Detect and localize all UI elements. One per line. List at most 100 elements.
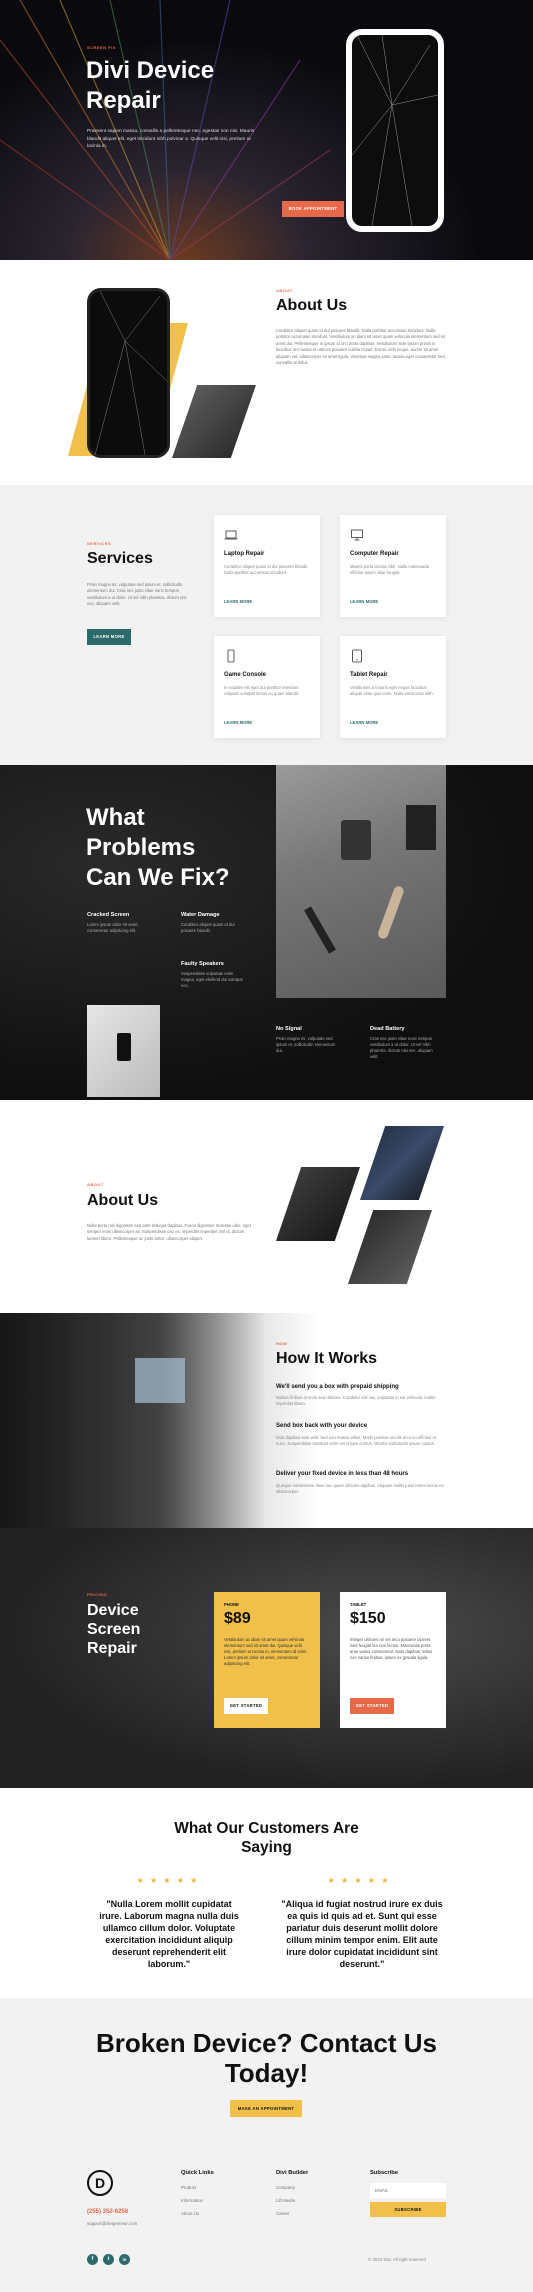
footer-link[interactable]: Product [181,2185,196,2190]
about2-eyebrow: About [87,1182,104,1187]
cta-title: Broken Device? Contact Us Today! [0,2028,533,2088]
testimonials-section: What Our Customers Are Saying ★ ★ ★ ★ ★ … [0,1788,533,1998]
services-text: Proin magna mi, vulputate sed ipsum et, … [87,582,187,607]
footer-link[interactable]: Lift Media [276,2198,295,2203]
monitor-icon [351,529,363,541]
footer-link[interactable]: About Us [181,2211,199,2216]
service-card-link[interactable]: Learn More [224,599,252,604]
services-section: Services Services Proin magna mi, vulput… [0,485,533,765]
service-card-link[interactable]: Learn More [350,599,378,604]
footer-link[interactable]: Career [276,2211,289,2216]
problem-item-text: Cras nec justo vitae nunc tempus vestibu… [370,1036,433,1059]
service-card-link[interactable]: Learn More [224,720,252,725]
service-card-text: Curabitur aliquet quam id dui posuere bl… [224,564,309,575]
testimonial-quote: "Aliqua id fugiat nostrud irure ex duis … [281,1899,443,1969]
testimonials-title-line1: What Our Customers Are [174,1820,359,1837]
how-step-title: Send box back with your device [276,1423,368,1429]
problems-title: What Problems Can We Fix? [86,803,230,893]
pricing-eyebrow: Pricing [87,1592,108,1597]
how-it-works-section: How How It Works We'll send you a box wi… [0,1313,533,1528]
services-learn-more-button[interactable]: Learn More [87,629,131,645]
about-phone-image [87,288,170,458]
service-card-text: Mauris porta lacinia nibh. Nulla malesua… [350,564,429,575]
about-device-photo [172,385,256,458]
subscribe-email-input[interactable] [370,2183,446,2198]
pricing-card-tablet: Tablet $150 Integer ultricies mi vel arc… [340,1592,446,1728]
how-background-photo [0,1313,266,1528]
problems-title-line3: Can We Fix? [86,864,230,891]
hero-phone-image [346,29,444,232]
service-card-title: Game Console [224,672,267,678]
tablet-icon [352,649,362,663]
social-facebook-icon[interactable]: f [87,2254,98,2265]
plan-price: $89 [224,1610,251,1627]
about2-text: Nulla porta nisi dignissim sed ante tris… [87,1223,251,1241]
problem-item-title: Faulty Speakers [181,961,224,967]
about2-title: About Us [87,1192,159,1209]
service-card-laptop: Laptop Repair Curabitur aliquet quam id … [214,515,320,617]
services-title: Services [87,550,153,567]
footer-subscribe-title: Subscribe [370,2170,399,2176]
problem-item-title: No Signal [276,1026,302,1032]
book-appointment-button[interactable]: Book Appointment [282,201,344,217]
footer-email[interactable]: support@divipreneur.com [87,2221,137,2226]
testimonial-stars: ★ ★ ★ ★ ★ [136,1876,200,1885]
cta-title-line2: Today! [224,2058,309,2088]
hero-background-rays [0,0,331,260]
footer-phone[interactable]: (255) 352-6258 [87,2209,128,2215]
service-card-text: In sodales elit eget dui porttitor inter… [224,685,300,696]
testimonial-stars: ★ ★ ★ ★ ★ [327,1876,391,1885]
testimonials-title: What Our Customers Are Saying [0,1819,533,1857]
how-eyebrow: How [276,1341,288,1346]
footer-link[interactable]: Company [276,2185,295,2190]
how-step-title: Deliver your fixed device in less than 4… [276,1471,409,1477]
footer-divi-builder-title: Divi Builder [276,2170,309,2176]
service-card-tablet: Tablet Repair Vestibulum a mauris eget n… [340,636,446,738]
plan-label: Tablet [350,1602,367,1607]
pricing-title-line3: Repair [87,1640,137,1657]
problems-section: What Problems Can We Fix? Cracked Screen… [0,765,533,1100]
problem-item-text: Curabitur aliquet quam id dui posuere bl… [181,922,235,933]
service-card-title: Tablet Repair [350,672,388,678]
footer: D (255) 352-6258 support@divipreneur.com… [0,2128,533,2292]
problem-item-title: Dead Battery [370,1026,405,1032]
problem-item-title: Cracked Screen [87,912,130,918]
service-card-computer: Computer Repair Mauris porta lacinia nib… [340,515,446,617]
problem-item-title: Water Damage [181,912,220,918]
social-linkedin-icon[interactable]: in [119,2254,130,2265]
laptop-icon [224,530,238,540]
testimonial-quote: "Nulla Lorem mollit cupidatat irure. Lab… [99,1899,239,1969]
social-twitter-icon[interactable]: t [103,2254,114,2265]
footer-logo[interactable]: D [87,2170,113,2196]
hero-title: Divi Device Repair [86,56,214,116]
pricing-title-line2: Screen [87,1621,141,1638]
service-card-link[interactable]: Learn More [350,720,378,725]
tools-illustration [304,805,436,954]
about-title: About Us [276,297,348,314]
footer-link[interactable]: Information [181,2198,203,2203]
plan-price: $150 [350,1610,386,1627]
hero-text: Praesent sapien massa, convallis a pelle… [87,129,255,149]
how-title: How It Works [276,1350,378,1367]
phone-icon [227,649,235,663]
plan-text: Integer ultricies mi vel arcu posuere la… [350,1637,433,1660]
plan-get-started-button[interactable]: Get Started [350,1698,394,1714]
make-appointment-button[interactable]: Make an Appointment [230,2100,302,2117]
subscribe-button[interactable]: Subscribe [370,2202,446,2217]
testimonials-title-line2: Saying [241,1839,292,1856]
problems-tools-photo [276,765,446,998]
footer-copyright: © 2022 Divi. All right reserved [368,2257,426,2262]
cracked-screen-lines [351,34,439,227]
hero-section: Screen Fix Divi Device Repair Praesent s… [0,0,533,260]
plan-get-started-button[interactable]: Get Started [224,1698,268,1714]
problem-item-text: Suspendisse vulputate enim magna, eget e… [181,971,243,988]
service-card-text: Vestibulum a mauris eget neque faucibus … [350,685,434,696]
plan-label: Phone [224,1602,239,1607]
pricing-title: Device Screen Repair [87,1601,140,1658]
about2-photo-1 [276,1167,360,1241]
problem-item-text: Proin magna mi, vulputate sed ipsum et, … [276,1036,336,1053]
plan-text: Vestibulum ac diam sit amet quam vehicul… [224,1637,308,1666]
about-text: Curabitur aliquet quam id dui posuere bl… [276,328,446,366]
pricing-title-line1: Device [87,1602,139,1619]
service-card-title: Laptop Repair [224,551,265,557]
